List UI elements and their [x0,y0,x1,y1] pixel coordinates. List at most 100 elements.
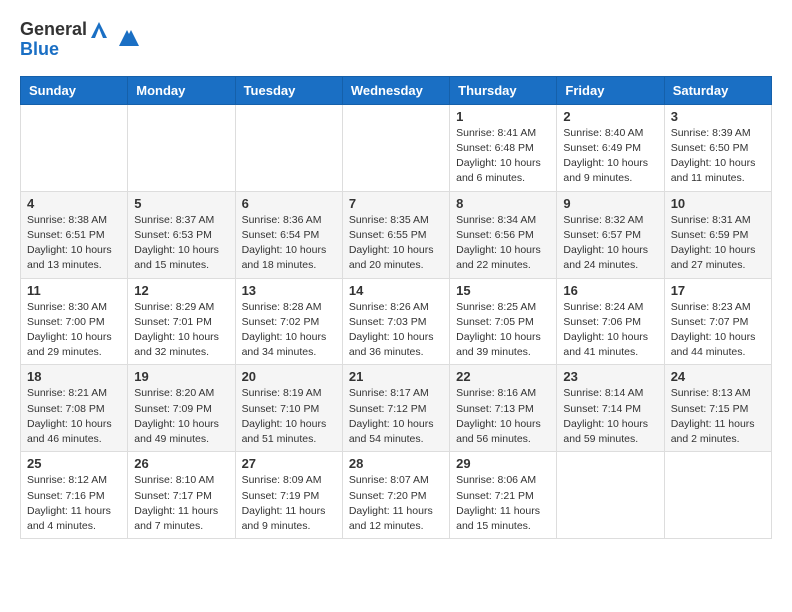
day-info: Sunrise: 8:30 AM Sunset: 7:00 PM Dayligh… [27,300,121,361]
day-info: Sunrise: 8:09 AM Sunset: 7:19 PM Dayligh… [242,473,336,534]
day-info: Sunrise: 8:41 AM Sunset: 6:48 PM Dayligh… [456,126,550,187]
day-cell: 6 Sunrise: 8:36 AM Sunset: 6:54 PM Daylig… [235,191,342,278]
logo-text: GeneralBlue [20,20,111,60]
day-cell [128,104,235,191]
day-cell: 11 Sunrise: 8:30 AM Sunset: 7:00 PM Dayli… [21,278,128,365]
day-cell: 20Sunrise: 8:19 AM Sunset: 7:10 PM Dayli… [235,365,342,452]
day-number: 21 [349,369,443,384]
day-number: 9 [563,196,657,211]
day-cell [342,104,449,191]
day-info: Sunrise: 8:23 AM Sunset: 7:07 PM Dayligh… [671,300,765,361]
day-info: Sunrise: 8:35 AM Sunset: 6:55 PM Dayligh… [349,213,443,274]
day-info: Sunrise: 8:36 AM Sunset: 6:54 PM Dayligh… [242,213,336,274]
day-number: 20 [242,369,336,384]
day-cell: 18 Sunrise: 8:21 AM Sunset: 7:08 PM Dayli… [21,365,128,452]
day-cell [664,452,771,539]
day-number: 16 [563,283,657,298]
day-cell: 25 Sunrise: 8:12 AM Sunset: 7:16 PM Dayli… [21,452,128,539]
day-number: 4 [27,196,121,211]
day-cell: 27Sunrise: 8:09 AM Sunset: 7:19 PM Dayli… [235,452,342,539]
day-cell: 4 Sunrise: 8:38 AM Sunset: 6:51 PM Daylig… [21,191,128,278]
weekday-header-thursday: Thursday [450,76,557,104]
day-number: 10 [671,196,765,211]
day-cell: 9 Sunrise: 8:32 AM Sunset: 6:57 PM Daylig… [557,191,664,278]
day-number: 28 [349,456,443,471]
day-number: 12 [134,283,228,298]
day-info: Sunrise: 8:32 AM Sunset: 6:57 PM Dayligh… [563,213,657,274]
day-cell: 17 Sunrise: 8:23 AM Sunset: 7:07 PM Dayli… [664,278,771,365]
day-info: Sunrise: 8:25 AM Sunset: 7:05 PM Dayligh… [456,300,550,361]
week-row-2: 4 Sunrise: 8:38 AM Sunset: 6:51 PM Daylig… [21,191,772,278]
day-cell [557,452,664,539]
day-number: 23 [563,369,657,384]
day-number: 14 [349,283,443,298]
day-number: 7 [349,196,443,211]
day-info: Sunrise: 8:34 AM Sunset: 6:56 PM Dayligh… [456,213,550,274]
day-cell: 1Sunrise: 8:41 AM Sunset: 6:48 PM Daylig… [450,104,557,191]
day-number: 17 [671,283,765,298]
day-info: Sunrise: 8:31 AM Sunset: 6:59 PM Dayligh… [671,213,765,274]
day-info: Sunrise: 8:26 AM Sunset: 7:03 PM Dayligh… [349,300,443,361]
day-number: 25 [27,456,121,471]
day-info: Sunrise: 8:20 AM Sunset: 7:09 PM Dayligh… [134,386,228,447]
weekday-header-sunday: Sunday [21,76,128,104]
day-number: 18 [27,369,121,384]
day-info: Sunrise: 8:29 AM Sunset: 7:01 PM Dayligh… [134,300,228,361]
day-info: Sunrise: 8:13 AM Sunset: 7:15 PM Dayligh… [671,386,765,447]
day-cell: 13 Sunrise: 8:28 AM Sunset: 7:02 PM Dayli… [235,278,342,365]
page-header: GeneralBlue [20,20,772,60]
day-info: Sunrise: 8:16 AM Sunset: 7:13 PM Dayligh… [456,386,550,447]
day-cell: 14 Sunrise: 8:26 AM Sunset: 7:03 PM Dayli… [342,278,449,365]
day-cell: 10 Sunrise: 8:31 AM Sunset: 6:59 PM Dayli… [664,191,771,278]
day-cell: 7 Sunrise: 8:35 AM Sunset: 6:55 PM Daylig… [342,191,449,278]
day-number: 19 [134,369,228,384]
week-row-3: 11 Sunrise: 8:30 AM Sunset: 7:00 PM Dayli… [21,278,772,365]
day-cell: 26 Sunrise: 8:10 AM Sunset: 7:17 PM Dayli… [128,452,235,539]
day-cell: 21 Sunrise: 8:17 AM Sunset: 7:12 PM Dayli… [342,365,449,452]
day-info: Sunrise: 8:14 AM Sunset: 7:14 PM Dayligh… [563,386,657,447]
week-row-5: 25 Sunrise: 8:12 AM Sunset: 7:16 PM Dayli… [21,452,772,539]
day-cell: 3 Sunrise: 8:39 AM Sunset: 6:50 PM Daylig… [664,104,771,191]
day-info: Sunrise: 8:07 AM Sunset: 7:20 PM Dayligh… [349,473,443,534]
day-info: Sunrise: 8:21 AM Sunset: 7:08 PM Dayligh… [27,386,121,447]
day-number: 3 [671,109,765,124]
day-info: Sunrise: 8:38 AM Sunset: 6:51 PM Dayligh… [27,213,121,274]
logo-icon [115,26,139,50]
day-info: Sunrise: 8:28 AM Sunset: 7:02 PM Dayligh… [242,300,336,361]
day-cell: 22Sunrise: 8:16 AM Sunset: 7:13 PM Dayli… [450,365,557,452]
day-number: 24 [671,369,765,384]
day-info: Sunrise: 8:12 AM Sunset: 7:16 PM Dayligh… [27,473,121,534]
day-number: 6 [242,196,336,211]
weekday-header-tuesday: Tuesday [235,76,342,104]
day-cell [235,104,342,191]
day-number: 8 [456,196,550,211]
calendar-table: SundayMondayTuesdayWednesdayThursdayFrid… [20,76,772,539]
weekday-header-friday: Friday [557,76,664,104]
day-number: 15 [456,283,550,298]
day-cell: 2Sunrise: 8:40 AM Sunset: 6:49 PM Daylig… [557,104,664,191]
day-info: Sunrise: 8:39 AM Sunset: 6:50 PM Dayligh… [671,126,765,187]
day-info: Sunrise: 8:10 AM Sunset: 7:17 PM Dayligh… [134,473,228,534]
day-info: Sunrise: 8:37 AM Sunset: 6:53 PM Dayligh… [134,213,228,274]
day-number: 5 [134,196,228,211]
day-info: Sunrise: 8:24 AM Sunset: 7:06 PM Dayligh… [563,300,657,361]
day-cell: 5 Sunrise: 8:37 AM Sunset: 6:53 PM Daylig… [128,191,235,278]
day-cell [21,104,128,191]
week-row-1: 1Sunrise: 8:41 AM Sunset: 6:48 PM Daylig… [21,104,772,191]
day-number: 13 [242,283,336,298]
day-cell: 15 Sunrise: 8:25 AM Sunset: 7:05 PM Dayli… [450,278,557,365]
day-cell: 19 Sunrise: 8:20 AM Sunset: 7:09 PM Dayli… [128,365,235,452]
day-number: 11 [27,283,121,298]
week-row-4: 18 Sunrise: 8:21 AM Sunset: 7:08 PM Dayli… [21,365,772,452]
day-number: 26 [134,456,228,471]
day-info: Sunrise: 8:40 AM Sunset: 6:49 PM Dayligh… [563,126,657,187]
day-cell: 29Sunrise: 8:06 AM Sunset: 7:21 PM Dayli… [450,452,557,539]
day-info: Sunrise: 8:17 AM Sunset: 7:12 PM Dayligh… [349,386,443,447]
weekday-header-monday: Monday [128,76,235,104]
logo: GeneralBlue [20,20,139,60]
day-cell: 28 Sunrise: 8:07 AM Sunset: 7:20 PM Dayli… [342,452,449,539]
weekday-header-saturday: Saturday [664,76,771,104]
day-cell: 24 Sunrise: 8:13 AM Sunset: 7:15 PM Dayli… [664,365,771,452]
day-cell: 12 Sunrise: 8:29 AM Sunset: 7:01 PM Dayli… [128,278,235,365]
weekday-header-wednesday: Wednesday [342,76,449,104]
